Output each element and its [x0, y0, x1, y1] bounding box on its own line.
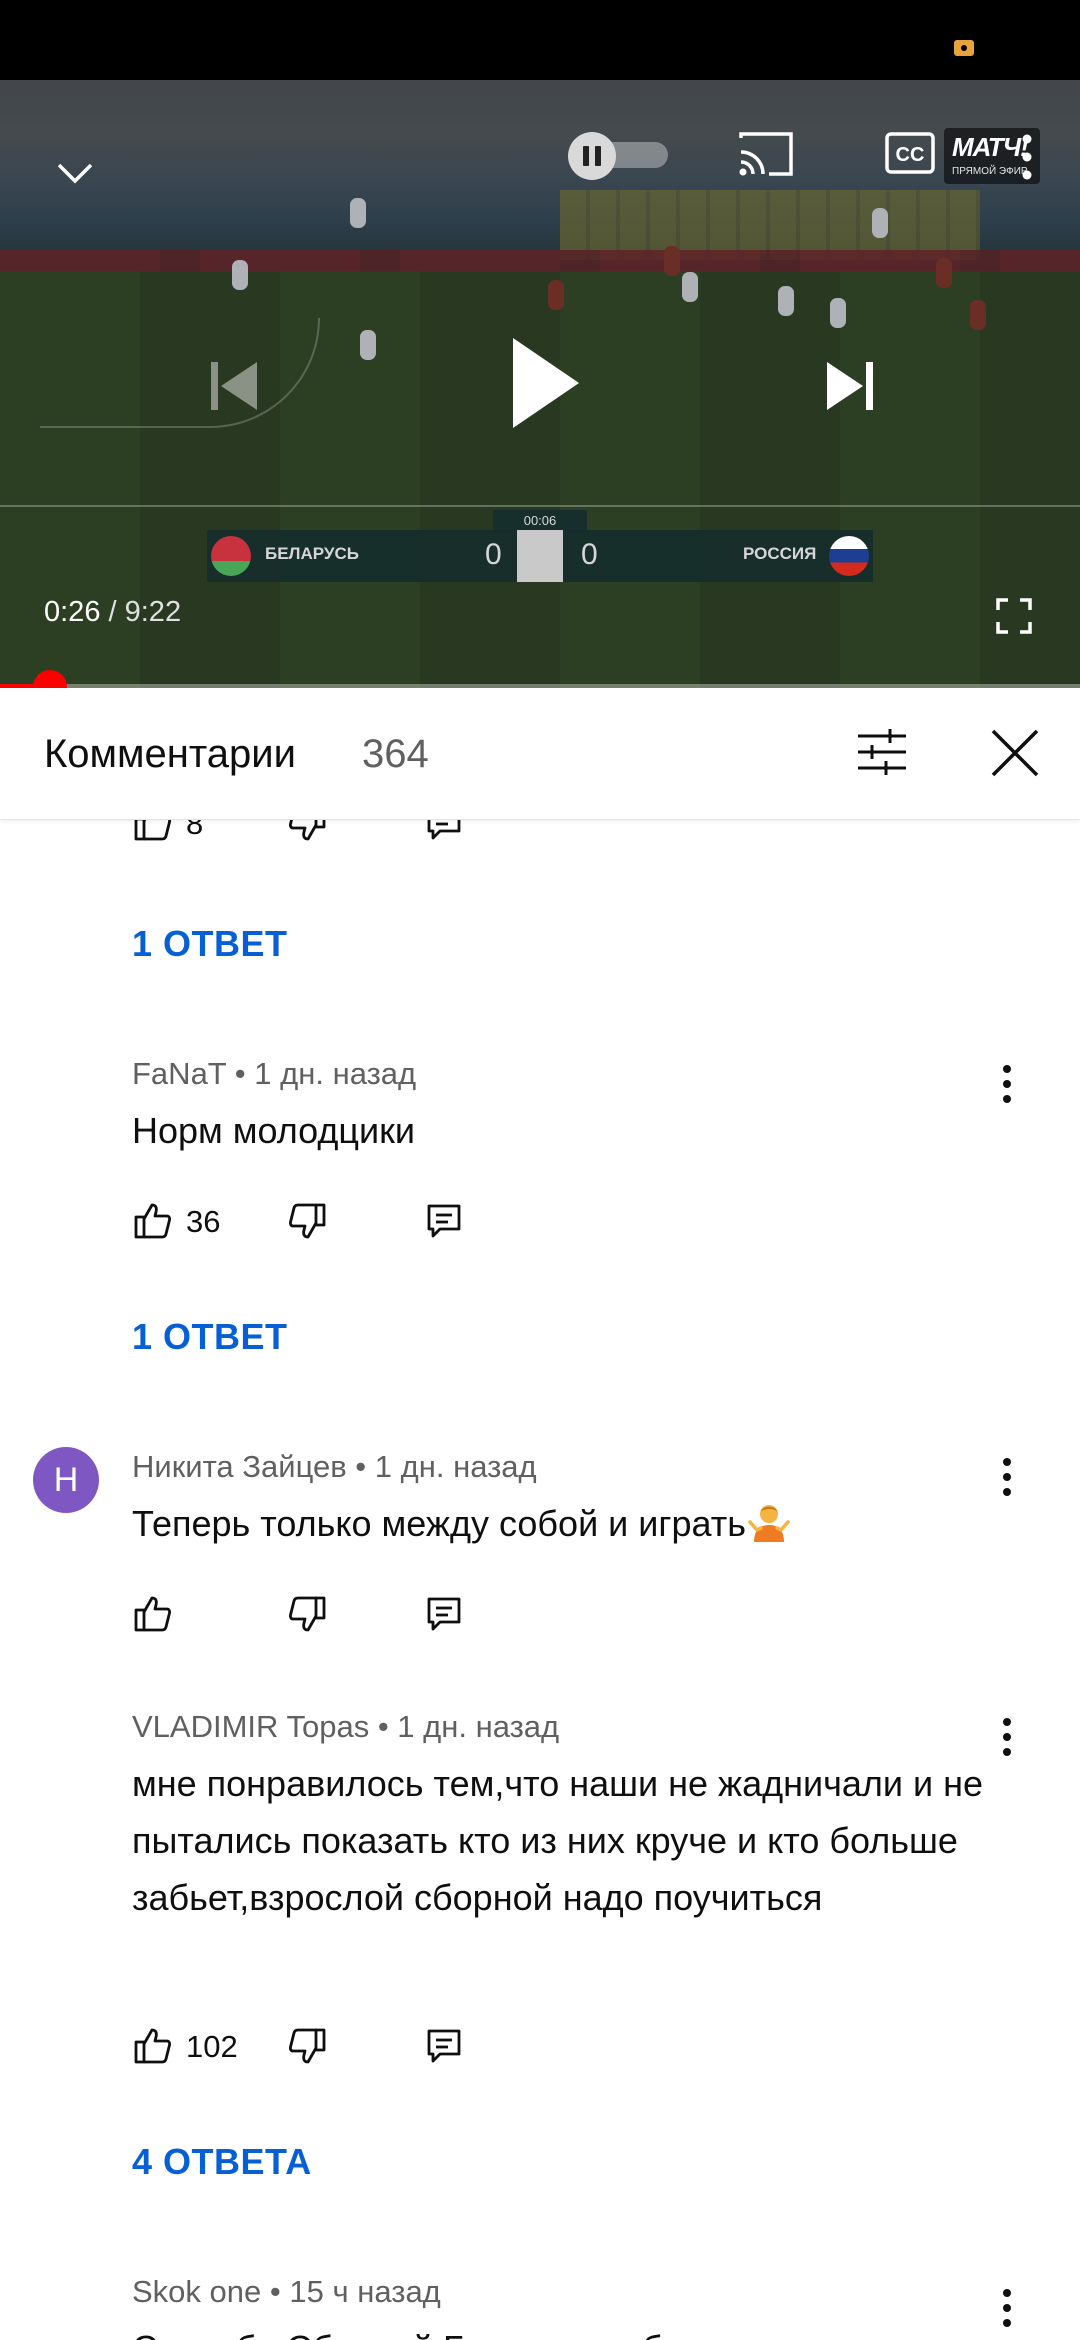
- screen-record-icon: [954, 40, 974, 56]
- more-vert-icon[interactable]: [1002, 1457, 1026, 1501]
- cc-icon[interactable]: CC: [884, 128, 936, 178]
- comments-panel-header: Комментарии 364: [0, 688, 1080, 820]
- comment-time: 1 дн. назад: [397, 1709, 560, 1744]
- duration: 9:22: [124, 596, 182, 628]
- home-score: 0: [485, 538, 502, 571]
- like-count: 102: [186, 2029, 238, 2064]
- comment-actions: 102: [134, 2021, 494, 2071]
- reply-icon[interactable]: [426, 1196, 462, 1246]
- comment-text: Теперь только между собой и играть: [132, 1495, 1012, 1552]
- view-replies-link[interactable]: 1 ОТВЕТ: [132, 923, 288, 965]
- comment-text: мне понравилось тем,что наши не жадничал…: [132, 1763, 984, 1918]
- comments-list[interactable]: 8 1 ОТВЕТ FaNaT • 1 дн. назад Норм молод…: [0, 820, 1080, 2340]
- video-player[interactable]: CC МАТЧ! ПРЯМОЙ ЭФИР 00:06 БЕЛАРУСЬ 0 0 …: [0, 80, 1080, 688]
- dislike-button[interactable]: [288, 1196, 326, 1246]
- comment-meta: FaNaT • 1 дн. назад: [132, 1056, 417, 1091]
- comment-time: 1 дн. назад: [374, 1449, 537, 1484]
- play-icon[interactable]: [508, 334, 582, 432]
- match-scoreboard: 00:06 БЕЛАРУСЬ 0 0 РОССИЯ: [207, 510, 873, 582]
- more-vert-icon[interactable]: [1002, 1064, 1026, 1108]
- view-replies-link[interactable]: 4 ОТВЕТА: [132, 2141, 312, 2183]
- like-button[interactable]: [134, 1196, 172, 1246]
- like-button[interactable]: [134, 820, 172, 848]
- skip-next-icon[interactable]: [820, 358, 880, 414]
- belarus-flag-icon: [211, 536, 251, 576]
- reply-icon[interactable]: [426, 2021, 462, 2071]
- comments-title: Комментарии: [44, 732, 296, 776]
- person-shrugging-emoji: [748, 1505, 790, 1542]
- comment-actions: [134, 1589, 494, 1639]
- dislike-button[interactable]: [288, 1589, 326, 1639]
- close-icon[interactable]: [990, 728, 1040, 778]
- like-button[interactable]: [134, 2021, 172, 2071]
- chevron-down-icon[interactable]: [52, 150, 98, 196]
- away-team: РОССИЯ: [743, 544, 817, 563]
- playback-time: 0:26 / 9:22: [44, 596, 182, 628]
- comment-text: Норм молодцики: [132, 1110, 416, 1151]
- more-vert-icon[interactable]: [1002, 1717, 1026, 1761]
- autoplay-toggle[interactable]: [568, 132, 668, 180]
- comment-text: Спасибо Сборной Беларуси и болельщикам з…: [132, 2320, 1012, 2340]
- comment-actions: 36: [134, 1196, 494, 1246]
- dislike-button[interactable]: [288, 2021, 326, 2071]
- away-score: 0: [581, 538, 598, 571]
- more-vert-icon[interactable]: [1012, 130, 1042, 184]
- home-team: БЕЛАРУСЬ: [265, 544, 359, 563]
- comment-time: 1 дн. назад: [254, 1056, 417, 1091]
- comments-count: 364: [362, 732, 429, 776]
- more-vert-icon[interactable]: [1002, 2288, 1026, 2332]
- comment-time: 15 ч назад: [289, 2274, 441, 2309]
- like-button[interactable]: [134, 1589, 172, 1639]
- russia-flag-icon: [829, 536, 869, 576]
- comment-meta: Никита Зайцев • 1 дн. назад: [132, 1449, 537, 1484]
- status-bar: [0, 0, 1080, 80]
- comment-author[interactable]: VLADIMIR Topas: [132, 1709, 369, 1744]
- reply-icon[interactable]: [426, 820, 462, 848]
- comment-author[interactable]: Skok one: [132, 2274, 261, 2309]
- fullscreen-icon[interactable]: [994, 596, 1034, 636]
- comment-author[interactable]: FaNaT: [132, 1056, 226, 1091]
- comment-meta: Skok one • 15 ч назад: [132, 2274, 441, 2309]
- pause-toggle-icon: [568, 132, 616, 180]
- skip-previous-icon[interactable]: [204, 358, 264, 414]
- dislike-button[interactable]: [288, 820, 326, 848]
- comment-actions: 8: [134, 820, 494, 848]
- reply-icon[interactable]: [426, 1589, 462, 1639]
- svg-text:CC: CC: [896, 144, 925, 166]
- like-count: 8: [186, 820, 204, 841]
- comment-author[interactable]: Никита Зайцев: [132, 1449, 347, 1484]
- match-clock: 00:06: [493, 510, 587, 532]
- view-replies-link[interactable]: 1 ОТВЕТ: [132, 1316, 288, 1358]
- like-count: 36: [186, 1204, 221, 1239]
- avatar[interactable]: Н: [33, 1447, 99, 1513]
- current-time: 0:26: [44, 596, 101, 628]
- sort-filter-icon[interactable]: [856, 726, 908, 778]
- cast-icon[interactable]: [736, 128, 796, 180]
- comment-meta: VLADIMIR Topas • 1 дн. назад: [132, 1709, 560, 1744]
